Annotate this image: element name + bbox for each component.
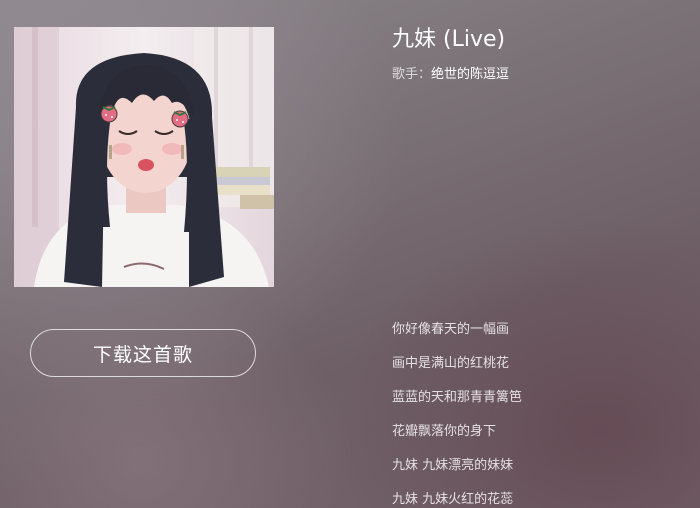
song-info: 九妹 (Live) 歌手：绝世的陈逗逗	[392, 24, 509, 84]
download-song-button[interactable]: 下载这首歌	[30, 329, 256, 377]
lyric-line: 花瓣飘落你的身下	[392, 424, 497, 439]
album-cover	[14, 27, 274, 287]
artist-label: 歌手：	[392, 67, 432, 82]
lyrics-list: 你好像春天的一幅画 画中是满山的红桃花 蓝蓝的天和那青青篱笆 花瓣飘落你的身下 …	[392, 313, 522, 508]
song-title: 九妹 (Live)	[392, 27, 506, 52]
lyric-line: 蓝蓝的天和那青青篱笆	[392, 390, 523, 405]
artist-name-link[interactable]: 绝世的陈逗逗	[431, 67, 509, 82]
album-cover-image	[14, 27, 274, 287]
lyric-line: 你好像春天的一幅画	[392, 322, 510, 337]
artist-row: 歌手：绝世的陈逗逗	[392, 66, 509, 84]
lyric-line: 画中是满山的红桃花	[392, 356, 510, 371]
lyric-line: 九妹 九妹漂亮的妹妹	[392, 458, 514, 473]
lyric-line: 九妹 九妹火红的花蕊	[392, 492, 514, 507]
song-detail-page: 下载这首歌 九妹 (Live) 歌手：绝世的陈逗逗 你好像春天的一幅画 画中是满…	[0, 0, 700, 508]
